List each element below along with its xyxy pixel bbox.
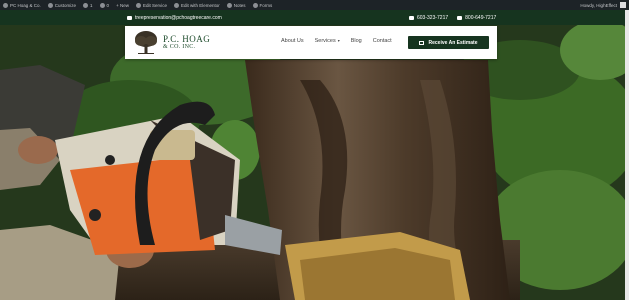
elementor-icon (173, 2, 179, 8)
nav-services[interactable]: Services ▾ (315, 38, 340, 44)
tree-logo-icon (135, 31, 157, 54)
phone-icon (457, 16, 463, 20)
admin-updates-link[interactable]: 1 (83, 2, 93, 8)
phone-links: 603-323-7217 800-649-7217 (409, 15, 505, 21)
admin-site-link[interactable]: PC Hoag & Co. (3, 2, 41, 8)
admin-site-name: PC Hoag & Co. (10, 2, 41, 8)
email-text: treepreservation@pchoagtreecare.com (135, 15, 222, 21)
pencil-icon (135, 2, 141, 8)
admin-notes-link[interactable]: Notes (226, 2, 246, 8)
logo-line-1: P.C. HOAG (163, 34, 211, 44)
nav-about[interactable]: About Us (281, 38, 304, 44)
receive-estimate-button[interactable]: Receive An Estimate (408, 36, 489, 49)
admin-updates-count: 1 (90, 2, 93, 8)
phone-link-2[interactable]: 800-649-7217 (457, 15, 496, 21)
brush-icon (47, 2, 53, 8)
comment-icon (99, 2, 105, 8)
hero-section: treepreservation@pchoagtreecare.com 603-… (0, 10, 625, 300)
admin-forms-link[interactable]: Forms (252, 2, 273, 8)
notes-icon (226, 2, 232, 8)
phone-link-1[interactable]: 603-323-7217 (409, 15, 448, 21)
cta-label: Receive An Estimate (428, 39, 478, 46)
forms-icon (252, 2, 258, 8)
admin-edit-service-label: Edit Service (142, 2, 167, 8)
phone-text-1: 603-323-7217 (417, 15, 449, 21)
admin-customize-link[interactable]: Customize (47, 2, 77, 8)
admin-comments-count: 0 (106, 2, 110, 8)
primary-nav: About Us Services ▾ Blog Contact (281, 38, 403, 44)
admin-new-label: + New (116, 2, 129, 8)
contact-top-bar: treepreservation@pchoagtreecare.com 603-… (0, 10, 625, 25)
main-header: P.C. HOAG & CO. INC. About Us Services ▾ … (125, 26, 497, 59)
wp-admin-bar: PC Hoag & Co. Customize 1 0 + New Edit S… (0, 0, 629, 10)
admin-new-link[interactable]: + New (116, 3, 129, 8)
site-logo[interactable]: P.C. HOAG & CO. INC. (133, 30, 228, 55)
admin-user-greeting: Howdy, HighEffect (580, 2, 617, 8)
phone-icon (409, 16, 414, 20)
envelope-icon (127, 16, 132, 20)
chevron-down-icon: ▾ (337, 38, 340, 43)
nav-services-label: Services (314, 38, 336, 44)
admin-notes-label: Notes (233, 2, 246, 8)
chat-icon (419, 40, 425, 45)
avatar (620, 2, 626, 8)
nav-blog[interactable]: Blog (351, 38, 362, 44)
admin-elementor-label: Edit with Elementor (180, 2, 220, 8)
admin-account-menu[interactable]: Howdy, HighEffect (580, 2, 626, 8)
admin-comments-link[interactable]: 0 (99, 2, 110, 8)
updates-icon (83, 2, 89, 8)
scrollbar[interactable] (625, 10, 629, 300)
admin-edit-service-link[interactable]: Edit Service (135, 2, 167, 8)
logo-line-2: & CO. INC. (163, 44, 196, 50)
phone-text-2: 800-649-7217 (465, 15, 497, 21)
email-link[interactable]: treepreservation@pchoagtreecare.com (127, 15, 222, 21)
wordpress-icon (3, 2, 8, 8)
admin-forms-label: Forms (259, 2, 273, 8)
admin-elementor-link[interactable]: Edit with Elementor (173, 2, 220, 8)
nav-contact[interactable]: Contact (373, 38, 392, 44)
admin-customize-label: Customize (54, 2, 77, 8)
